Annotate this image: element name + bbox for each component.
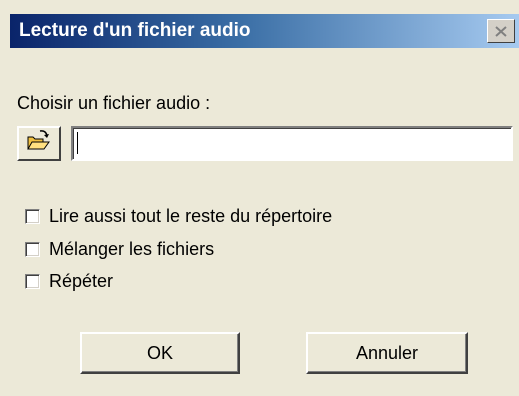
window-title: Lecture d'un fichier audio [19,20,251,41]
option-read-directory[interactable]: Lire aussi tout le reste du répertoire [25,204,332,228]
option-shuffle-label: Mélanger les fichiers [49,239,215,259]
file-path-input[interactable] [71,126,513,161]
option-repeat[interactable]: Répéter [25,269,113,293]
dialog-window: Lecture d'un fichier audio Choisir un fi… [0,0,519,396]
checkbox-read-directory[interactable] [25,208,40,224]
option-read-directory-label: Lire aussi tout le reste du répertoire [49,206,333,226]
title-bar[interactable]: Lecture d'un fichier audio [10,14,519,48]
browse-folder-button[interactable] [17,126,61,161]
text-caret [77,132,78,154]
option-repeat-label: Répéter [49,271,114,291]
close-button[interactable] [487,19,515,43]
cancel-button[interactable]: Annuler [306,332,468,374]
close-icon [494,25,508,38]
option-shuffle[interactable]: Mélanger les fichiers [25,237,214,261]
ok-button[interactable]: OK [80,332,240,374]
checkbox-repeat[interactable] [25,273,40,289]
open-folder-icon [26,129,52,158]
choose-file-label: Choisir un fichier audio : [17,93,211,113]
checkbox-shuffle[interactable] [25,241,40,257]
